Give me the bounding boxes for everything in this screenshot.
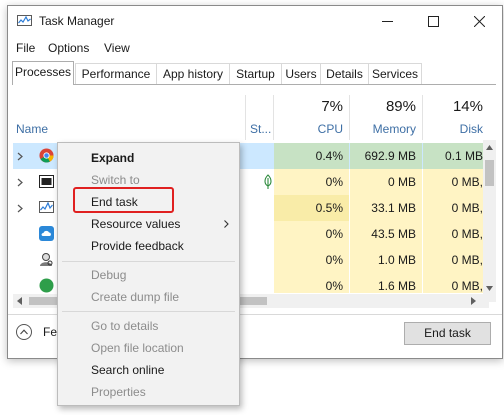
task-manager-app-icon <box>17 15 32 26</box>
menu-item-go-to-details: Go to details <box>58 315 239 337</box>
memory-total-percent: 89% <box>385 98 416 115</box>
chevron-right-icon[interactable] <box>17 178 23 187</box>
disk-cell: 0 MB, <box>423 273 489 293</box>
menu-view[interactable]: View <box>104 41 130 55</box>
menu-separator <box>62 311 235 312</box>
task-manager-icon <box>39 201 54 213</box>
menu-file[interactable]: File <box>16 41 35 55</box>
menu-item-label: Search online <box>91 363 165 377</box>
column-header-memory[interactable]: 89% Memory <box>350 91 422 140</box>
tab-users[interactable]: Users <box>281 63 321 84</box>
tab-strip: Processes Performance App history Startu… <box>12 61 502 85</box>
menu-item-provide-feedback[interactable]: Provide feedback <box>58 235 239 257</box>
cpu-cell: 0% <box>274 273 349 293</box>
scroll-right-icon[interactable] <box>471 297 476 305</box>
menu-separator <box>62 261 235 262</box>
column-header-status[interactable]: St... <box>246 91 273 140</box>
vertical-scroll-thumb[interactable] <box>485 160 494 186</box>
user-search-icon <box>40 253 53 266</box>
scroll-up-icon[interactable] <box>486 145 493 150</box>
menu-item-debug: Debug <box>58 264 239 286</box>
app-window-icon <box>39 175 54 188</box>
memory-cell: 43.5 MB <box>350 221 422 247</box>
disk-cell: 0 MB, <box>423 169 489 195</box>
menu-item-label: Resource values <box>91 217 181 231</box>
end-task-button[interactable]: End task <box>404 322 491 345</box>
maximize-icon <box>427 15 439 27</box>
cpu-cell: 0.4% <box>274 143 349 169</box>
cpu-cell: 0% <box>274 247 349 273</box>
minimize-button[interactable] <box>364 6 410 36</box>
disk-cell: 0.1 MB <box>423 143 489 169</box>
menu-options[interactable]: Options <box>48 41 89 55</box>
column-header-cpu[interactable]: 7% CPU <box>274 91 349 140</box>
memory-cell: 692.9 MB <box>350 143 422 169</box>
disk-cell: 0 MB, <box>423 221 489 247</box>
cpu-total-percent: 7% <box>321 98 343 115</box>
vertical-scrollbar[interactable] <box>483 140 496 302</box>
menu-item-label: Properties <box>91 385 146 399</box>
menu-item-label: Expand <box>91 151 135 165</box>
menu-item-label: Create dump file <box>91 290 180 304</box>
column-name-label: Name <box>16 122 49 136</box>
end-task-highlight-box <box>73 187 174 213</box>
tab-app-history[interactable]: App history <box>156 63 230 84</box>
tab-processes[interactable]: Processes <box>12 61 74 85</box>
menu-item-label: Go to details <box>91 319 159 333</box>
tab-services[interactable]: Services <box>368 63 422 84</box>
column-header-name[interactable]: Name <box>13 91 245 140</box>
chevron-right-icon[interactable] <box>17 152 23 161</box>
scroll-left-icon[interactable] <box>17 297 22 305</box>
close-button[interactable] <box>456 6 502 36</box>
menu-item-search-online[interactable]: Search online <box>58 359 239 381</box>
cloud-app-icon <box>39 226 54 241</box>
menu-item-label: Debug <box>91 268 127 282</box>
green-app-icon <box>39 278 54 293</box>
menu-item-properties: Properties <box>58 381 239 403</box>
cpu-cell: 0.5% <box>274 195 349 221</box>
memory-column-label: Memory <box>372 122 416 136</box>
memory-cell: 33.1 MB <box>350 195 422 221</box>
cpu-cell: 0% <box>274 221 349 247</box>
menu-item-resource-values[interactable]: Resource values <box>58 213 239 235</box>
tab-startup[interactable]: Startup <box>229 63 282 84</box>
memory-cell: 1.0 MB <box>350 247 422 273</box>
memory-cell: 0 MB <box>350 169 422 195</box>
menu-item-create-dump-file: Create dump file <box>58 286 239 308</box>
disk-column-label: Disk <box>459 122 483 136</box>
menu-item-expand[interactable]: Expand <box>58 147 239 169</box>
fewer-details-link[interactable]: Fe <box>43 325 57 339</box>
menu-item-label: Open file location <box>91 341 184 355</box>
column-header-disk[interactable]: 14% Disk <box>423 91 489 140</box>
tab-divider <box>12 84 496 85</box>
tab-details[interactable]: Details <box>320 63 369 84</box>
context-menu: Expand Switch to End task Resource value… <box>57 142 240 406</box>
title-bar[interactable]: Task Manager <box>8 6 502 36</box>
fewer-details-icon[interactable] <box>16 324 32 340</box>
menu-item-open-file-location: Open file location <box>58 337 239 359</box>
menu-item-label: Switch to <box>91 173 140 187</box>
window-title: Task Manager <box>39 14 115 28</box>
chevron-right-icon[interactable] <box>17 204 23 213</box>
column-status-label: St... <box>250 122 272 136</box>
disk-total-percent: 14% <box>452 98 483 115</box>
submenu-arrow-icon <box>224 220 229 228</box>
menu-item-label: Provide feedback <box>91 239 184 253</box>
disk-cell: 0 MB, <box>423 247 489 273</box>
cpu-column-label: CPU <box>317 122 343 136</box>
close-icon <box>473 15 485 27</box>
leaf-icon <box>264 174 272 189</box>
tab-performance[interactable]: Performance <box>75 63 157 84</box>
scroll-down-icon[interactable] <box>486 286 493 291</box>
chrome-icon <box>39 148 54 163</box>
maximize-button[interactable] <box>410 6 456 36</box>
disk-cell: 0 MB, <box>423 195 489 221</box>
cpu-cell: 0% <box>274 169 349 195</box>
memory-cell: 1.6 MB <box>350 273 422 293</box>
minimize-icon <box>381 20 393 22</box>
